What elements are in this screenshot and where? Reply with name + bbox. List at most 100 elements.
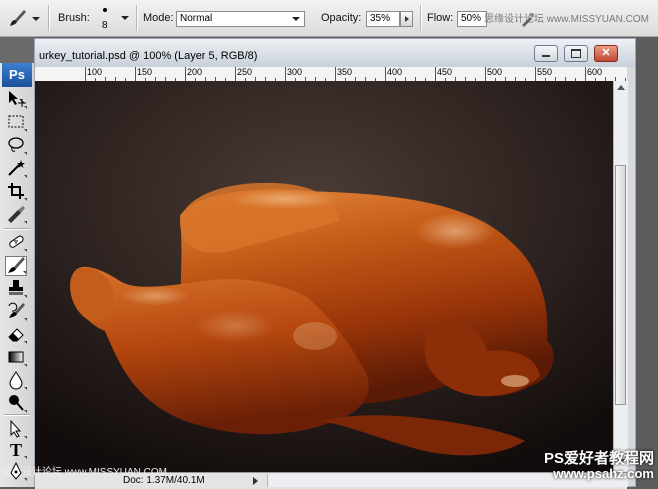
panel-strip	[0, 37, 34, 63]
mode-select[interactable]: Normal	[176, 11, 305, 27]
maximize-icon	[571, 49, 581, 58]
minimize-button[interactable]	[534, 45, 558, 62]
horizontal-ruler[interactable]: 100150200250300350400450500550600650	[35, 67, 627, 82]
move-tool[interactable]	[5, 90, 27, 110]
brush-icon	[8, 8, 28, 31]
document-window: urkey_tutorial.psd @ 100% (Layer 5, RGB/…	[34, 38, 636, 489]
mode-label: Mode:	[143, 12, 174, 24]
ruler-tick	[135, 67, 136, 81]
close-icon: ✕	[601, 47, 611, 59]
mode-value: Normal	[180, 13, 213, 24]
toolbox-separator	[4, 228, 30, 230]
dodge-tool[interactable]	[5, 394, 27, 414]
gradient-icon	[6, 347, 26, 370]
clone-stamp-tool[interactable]	[5, 279, 27, 299]
status-menu-icon[interactable]	[253, 477, 258, 485]
minimize-icon	[542, 55, 550, 57]
ruler-tick	[335, 67, 336, 81]
canvas-image	[35, 81, 613, 472]
chevron-down-icon	[32, 17, 40, 21]
blur-tool[interactable]	[5, 370, 27, 393]
ruler-label: 600	[587, 67, 603, 77]
type-tool[interactable]: T	[5, 440, 27, 460]
separator	[420, 5, 422, 31]
ruler-tick	[85, 67, 86, 81]
type-icon: T	[6, 439, 26, 462]
healing-brush-tool[interactable]	[5, 233, 27, 253]
separator	[48, 5, 50, 31]
ruler-label: 400	[387, 67, 403, 77]
chevron-down-icon	[292, 17, 300, 21]
ruler-tick	[435, 67, 436, 81]
ruler-tick	[235, 67, 236, 81]
ps-logo[interactable]: Ps	[2, 63, 32, 87]
ruler-label: 200	[187, 67, 203, 77]
brush-tool[interactable]	[5, 256, 27, 276]
document-titlebar[interactable]: urkey_tutorial.psd @ 100% (Layer 5, RGB/…	[35, 39, 635, 67]
lasso-tool[interactable]	[5, 136, 27, 156]
opacity-label: Opacity:	[321, 12, 362, 24]
magic-wand-tool[interactable]	[5, 159, 27, 179]
flow-value: 50%	[461, 13, 482, 24]
crop-tool[interactable]	[5, 182, 27, 202]
brush-picker[interactable]: 8	[96, 6, 130, 32]
magic-wand-icon	[6, 158, 26, 181]
gradient-tool[interactable]	[5, 348, 27, 368]
flow-label: Flow:	[427, 12, 454, 24]
ruler-label: 550	[537, 67, 553, 77]
slice-tool[interactable]	[5, 205, 27, 225]
healing-brush-icon	[6, 232, 26, 255]
marquee-tool[interactable]	[5, 113, 27, 133]
brush-tip-icon	[103, 8, 107, 12]
watermark-line2: www.psahz.com	[553, 466, 654, 481]
history-brush-icon	[6, 301, 26, 324]
brush-label: Brush:	[58, 12, 90, 24]
chevron-down-icon	[121, 16, 129, 20]
watermark-line1: PS爱好者教程网	[543, 450, 654, 467]
close-button[interactable]: ✕	[594, 45, 618, 62]
ruler-label: 500	[487, 67, 503, 77]
ruler-tick	[385, 67, 386, 81]
airbrush-icon[interactable]	[520, 11, 536, 30]
move-icon	[6, 89, 26, 112]
document-title: urkey_tutorial.psd @ 100% (Layer 5, RGB/…	[39, 50, 258, 62]
crop-icon	[6, 181, 26, 204]
lasso-icon	[6, 135, 26, 158]
ruler-tick	[285, 67, 286, 81]
opacity-input[interactable]: 35%	[366, 11, 400, 27]
path-selection-tool[interactable]	[5, 419, 27, 440]
ruler-tick	[485, 67, 486, 81]
ruler-tick	[185, 67, 186, 81]
opacity-value: 35%	[370, 13, 391, 24]
watermark-bottom-right: PS爱好者教程网 www.psahz.com	[544, 451, 654, 481]
maximize-button[interactable]	[564, 45, 588, 62]
ruler-tick	[585, 67, 586, 81]
eraser-icon	[6, 324, 26, 347]
watermark-text: 思缘设计论坛 www.MISSYUAN.COM	[484, 14, 650, 25]
brush-size-value: 8	[102, 20, 108, 31]
history-brush-tool[interactable]	[5, 302, 27, 322]
options-bar: Brush: 8 Mode: Normal Opacity: 35% Flow:…	[0, 0, 658, 37]
pen-icon	[6, 461, 26, 484]
slice-icon	[6, 204, 26, 227]
canvas[interactable]	[35, 81, 613, 472]
tool-preset-picker[interactable]	[6, 8, 42, 30]
separator	[136, 5, 138, 31]
ruler-tick	[535, 67, 536, 81]
eraser-tool[interactable]	[5, 325, 27, 345]
ruler-label: 350	[337, 67, 353, 77]
ruler-label: 250	[237, 67, 253, 77]
flow-input[interactable]: 50%	[457, 11, 487, 27]
svg-text:T: T	[10, 440, 22, 459]
opacity-slider-button[interactable]	[400, 11, 413, 27]
pen-tool[interactable]	[5, 461, 27, 484]
blur-icon	[6, 370, 26, 393]
brush-icon	[6, 255, 26, 278]
scroll-up-icon[interactable]	[617, 85, 625, 90]
ruler-label: 300	[287, 67, 303, 77]
vertical-scrollbar[interactable]	[613, 81, 628, 472]
toolbox-separator	[4, 414, 30, 416]
marquee-icon	[6, 112, 26, 135]
dodge-icon	[6, 393, 26, 416]
scroll-thumb[interactable]	[615, 165, 626, 405]
